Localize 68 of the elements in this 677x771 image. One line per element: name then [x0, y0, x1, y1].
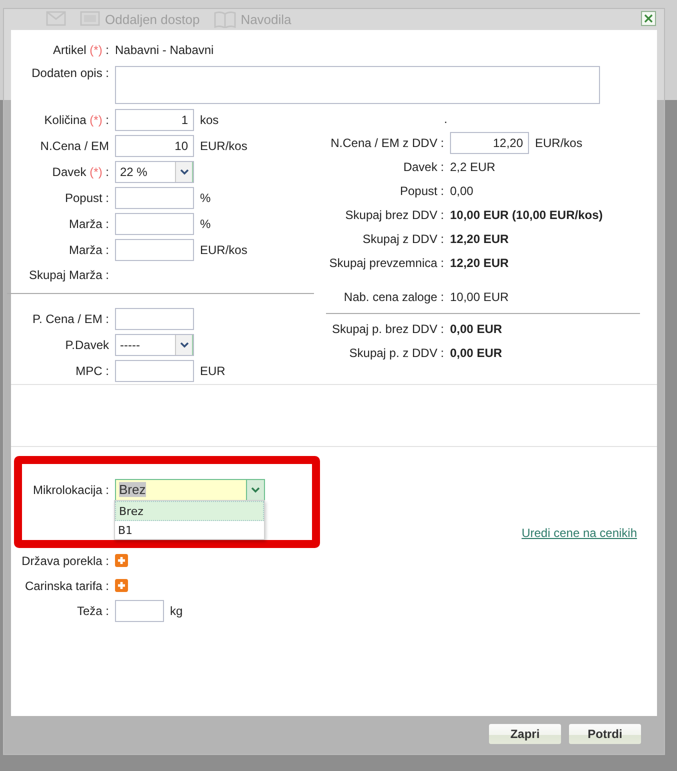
field-label: Davek (*) : — [51, 165, 110, 179]
field-label: Dodaten opis : — [30, 66, 110, 80]
field-label: Skupaj prevzemnica : — [328, 256, 445, 270]
field-label: P.Davek — [64, 338, 110, 352]
dialog-button[interactable]: Zapri — [488, 723, 562, 745]
combo-field[interactable]: Brez — [115, 478, 265, 500]
unit-label: EUR/kos — [199, 139, 248, 153]
field-label: Mikrolokacija : — [32, 482, 110, 496]
description-field[interactable] — [115, 66, 600, 104]
input-field[interactable] — [115, 187, 194, 209]
field-value: 0,00 EUR — [450, 322, 502, 336]
field-label: N.Cena / EM z DDV : — [330, 136, 445, 150]
close-button[interactable] — [641, 11, 656, 26]
input-field[interactable] — [115, 239, 194, 261]
input-field[interactable]: 10 — [115, 135, 194, 157]
input-field[interactable] — [115, 360, 194, 382]
field-label: P. Cena / EM : — [32, 312, 110, 326]
field-label: Popust : — [64, 191, 110, 205]
field-label: Država porekla : — [20, 554, 110, 568]
field-label: Carinska tarifa : — [24, 578, 110, 592]
unit-label: kos — [199, 113, 219, 127]
field-label: Skupaj brez DDV : — [344, 208, 445, 222]
price-list-link[interactable]: Uredi cene na cenikih — [522, 526, 637, 540]
field-value: 0,00 — [450, 184, 474, 198]
field-value: 12,20 EUR — [450, 256, 509, 270]
field-label: MPC : — [74, 364, 110, 378]
dropdown-option[interactable]: B1 — [115, 521, 264, 539]
field-label: Skupaj p. brez DDV : — [330, 322, 445, 336]
dialog-button[interactable]: Potrdi — [568, 723, 642, 745]
unit-label: kg — [169, 604, 183, 618]
field-label: Nab. cena zaloge : — [342, 290, 445, 304]
unit-label: % — [199, 191, 211, 205]
field-value: 0,00 EUR — [450, 346, 502, 360]
unit-label: EUR/kos — [199, 243, 248, 257]
article-name: Nabavni - Nabavni — [115, 43, 214, 57]
note-mark: . — [444, 112, 448, 126]
field-value: 12,20 EUR — [450, 232, 509, 246]
field-label: Količina (*) : — [43, 113, 110, 127]
field-label: Popust : — [398, 184, 445, 198]
field-label: Marža : — [68, 217, 110, 231]
select-field[interactable]: ----- — [115, 334, 194, 356]
field-label: N.Cena / EM — [39, 139, 110, 153]
field-label: Marža : — [68, 243, 110, 257]
caret-icon — [180, 342, 188, 348]
field-value: 2,2 EUR — [450, 160, 496, 174]
input-field[interactable] — [115, 213, 194, 235]
unit-label: EUR/kos — [534, 136, 582, 150]
select-field[interactable]: 22 % — [115, 161, 194, 183]
close-icon — [644, 14, 653, 23]
dropdown-option[interactable]: Brez — [115, 501, 264, 521]
input-field[interactable]: 12,20 — [450, 132, 529, 154]
input-field[interactable]: 1 — [115, 109, 194, 131]
field-label: Skupaj Marža : — [28, 268, 110, 282]
field-label: Skupaj z DDV : — [362, 232, 445, 246]
add-icon[interactable] — [115, 579, 128, 592]
input-field[interactable] — [115, 600, 164, 622]
add-icon[interactable] — [115, 554, 128, 567]
field-label: Davek : — [402, 160, 445, 174]
caret-icon — [251, 486, 260, 492]
unit-label: % — [199, 217, 211, 231]
input-field[interactable] — [115, 308, 194, 330]
caret-icon — [180, 169, 188, 175]
field-label: Artikel (*) : — [52, 43, 110, 57]
field-label: Teža : — [76, 604, 110, 618]
field-value: 10,00 EUR (10,00 EUR/kos) — [450, 208, 603, 222]
unit-label: EUR — [199, 364, 226, 378]
field-value: 10,00 EUR — [450, 290, 509, 304]
field-label: Skupaj p. z DDV : — [348, 346, 445, 360]
